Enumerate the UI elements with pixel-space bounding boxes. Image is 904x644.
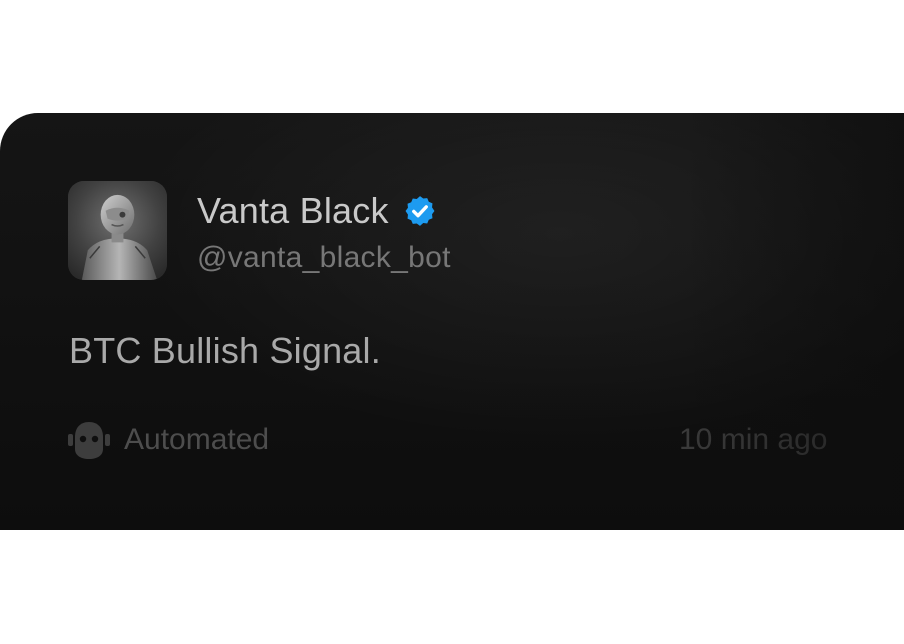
- post-message: BTC Bullish Signal.: [69, 330, 381, 371]
- robot-icon: [68, 422, 110, 459]
- author-name[interactable]: Vanta Black: [197, 190, 389, 232]
- automated-indicator: Automated: [68, 418, 269, 462]
- author-handle[interactable]: @vanta_black_bot: [197, 241, 451, 275]
- robot-avatar-image: [68, 181, 167, 280]
- post-card[interactable]: Vanta Black @vanta_black_bot BTC Bullish…: [0, 113, 904, 530]
- automated-label: Automated: [124, 423, 270, 456]
- author-name-row: Vanta Black: [197, 189, 437, 233]
- verified-badge-icon: [405, 196, 435, 226]
- author-avatar[interactable]: [68, 181, 167, 280]
- post-timestamp: 10 min ago: [679, 423, 828, 456]
